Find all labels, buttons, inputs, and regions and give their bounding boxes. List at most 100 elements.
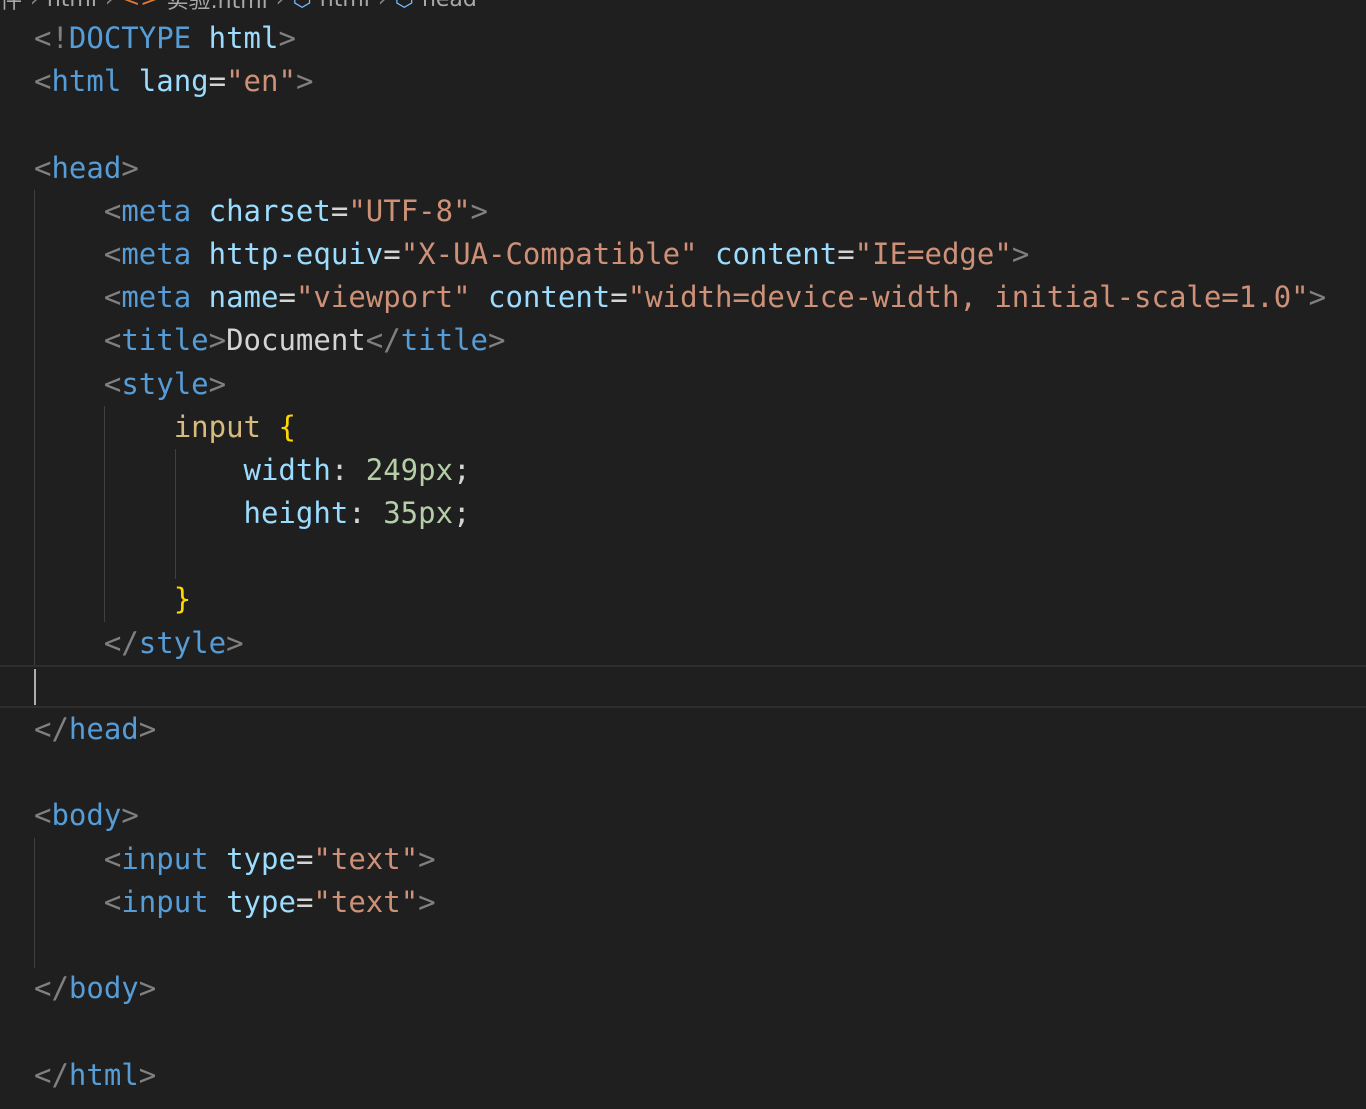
code-line[interactable] <box>34 924 1366 967</box>
string-value-token: "text" <box>313 884 419 919</box>
text-token: : <box>348 496 384 531</box>
text-token: = <box>837 236 855 271</box>
brace-token: { <box>278 409 296 444</box>
punctuation-token: > <box>138 712 157 746</box>
code-line[interactable]: </style> <box>34 622 1366 665</box>
breadcrumb: 件 › html › <> 实验.html › ⬡ html › ⬡ head <box>0 0 477 15</box>
code-line[interactable]: <html lang="en"> <box>34 60 1366 103</box>
punctuation-token: > <box>138 971 157 1006</box>
punctuation-token: </ <box>34 971 69 1006</box>
punctuation-token: </ <box>34 1057 69 1092</box>
code-line[interactable]: <input type="text"> <box>34 881 1366 924</box>
text-token: = <box>208 64 227 99</box>
code-line[interactable]: <!DOCTYPE html> <box>34 17 1366 60</box>
chevron-right-icon: › <box>378 0 387 12</box>
code-line[interactable]: <input type="text"> <box>34 838 1366 881</box>
code-line[interactable]: <meta charset="UTF-8"> <box>34 190 1366 233</box>
punctuation-token: < <box>103 280 122 315</box>
text-token: = <box>330 193 349 228</box>
attribute-name-token: lang <box>138 64 209 99</box>
attribute-name-token: charset <box>208 193 331 228</box>
punctuation-token: </ <box>34 712 69 746</box>
code-line[interactable] <box>34 535 1366 578</box>
code-line[interactable]: } <box>34 578 1366 621</box>
code-line[interactable] <box>0 664 1366 708</box>
attribute-name-token: type <box>226 841 296 876</box>
tag-name-token: body <box>51 798 122 833</box>
code-line[interactable]: </html> <box>34 1054 1366 1097</box>
text-token: = <box>295 841 314 876</box>
string-value-token: "en" <box>226 64 296 99</box>
punctuation-token: > <box>121 150 139 185</box>
css-property-token: width <box>243 452 331 487</box>
tag-name-token: head <box>51 150 122 185</box>
punctuation-token: < <box>103 841 122 876</box>
code-line[interactable]: <head> <box>34 147 1366 190</box>
punctuation-token: > <box>278 21 296 55</box>
breadcrumb-item-folder[interactable]: 件 <box>0 0 22 15</box>
code-line[interactable] <box>34 1010 1366 1053</box>
tag-name-token: html <box>68 1057 139 1092</box>
text-cursor <box>34 668 36 705</box>
breadcrumb-item-head[interactable]: head <box>422 0 477 12</box>
string-value-token: "width=device-width, initial-scale=1.0" <box>627 280 1309 315</box>
tag-name-token: DOCTYPE <box>68 21 192 55</box>
punctuation-token: < <box>103 884 122 919</box>
code-line[interactable]: <style> <box>34 363 1366 406</box>
css-property-token: height <box>243 496 349 531</box>
code-line[interactable] <box>34 751 1366 794</box>
code-line[interactable]: input { <box>34 406 1366 449</box>
text-token: = <box>295 884 314 919</box>
string-value-token: "viewport" <box>295 280 471 315</box>
tag-name-token: meta <box>121 236 192 271</box>
string-value-token: "IE=edge" <box>854 236 1012 271</box>
punctuation-token: > <box>208 323 227 358</box>
tag-name-token: meta <box>121 193 192 228</box>
punctuation-token: > <box>418 841 436 876</box>
code-line[interactable]: height: 35px; <box>34 492 1366 535</box>
punctuation-token: > <box>470 193 488 228</box>
breadcrumb-item-html-folder[interactable]: html <box>47 0 97 12</box>
code-line[interactable] <box>34 103 1366 146</box>
code-line[interactable]: <meta name="viewport" content="width=dev… <box>34 276 1366 319</box>
symbol-element-icon: ⬡ <box>293 0 312 12</box>
html-file-icon: <> <box>122 0 159 12</box>
code-line[interactable]: </head> <box>34 708 1366 751</box>
string-value-token: "text" <box>313 841 419 876</box>
code-line[interactable]: </body> <box>34 967 1366 1010</box>
punctuation-token: > <box>295 64 314 99</box>
code-line[interactable]: <meta http-equiv="X-UA-Compatible" conte… <box>34 233 1366 276</box>
punctuation-token: < <box>34 150 52 185</box>
text-token: = <box>610 280 628 315</box>
punctuation-token: > <box>1308 280 1327 315</box>
number-value-token: 35px <box>383 496 454 531</box>
code-editor[interactable]: <!DOCTYPE html> <html lang="en"> <head> <m… <box>0 17 1366 1097</box>
punctuation-token: < <box>34 64 52 99</box>
breadcrumb-item-file[interactable]: 实验.html <box>167 0 268 15</box>
breadcrumb-item-html[interactable]: html <box>320 0 370 12</box>
attribute-name-token: html <box>208 21 279 55</box>
chevron-right-icon: › <box>30 0 39 12</box>
code-line[interactable]: width: 249px; <box>34 449 1366 492</box>
code-line[interactable]: <title>Document</title> <box>34 319 1366 362</box>
punctuation-token: </ <box>365 323 401 358</box>
string-value-token: "UTF-8" <box>348 193 471 228</box>
code-line[interactable]: <body> <box>34 794 1366 837</box>
tag-name-token: title <box>400 323 489 358</box>
text-token: ; <box>453 496 471 531</box>
text-token: = <box>383 236 401 271</box>
